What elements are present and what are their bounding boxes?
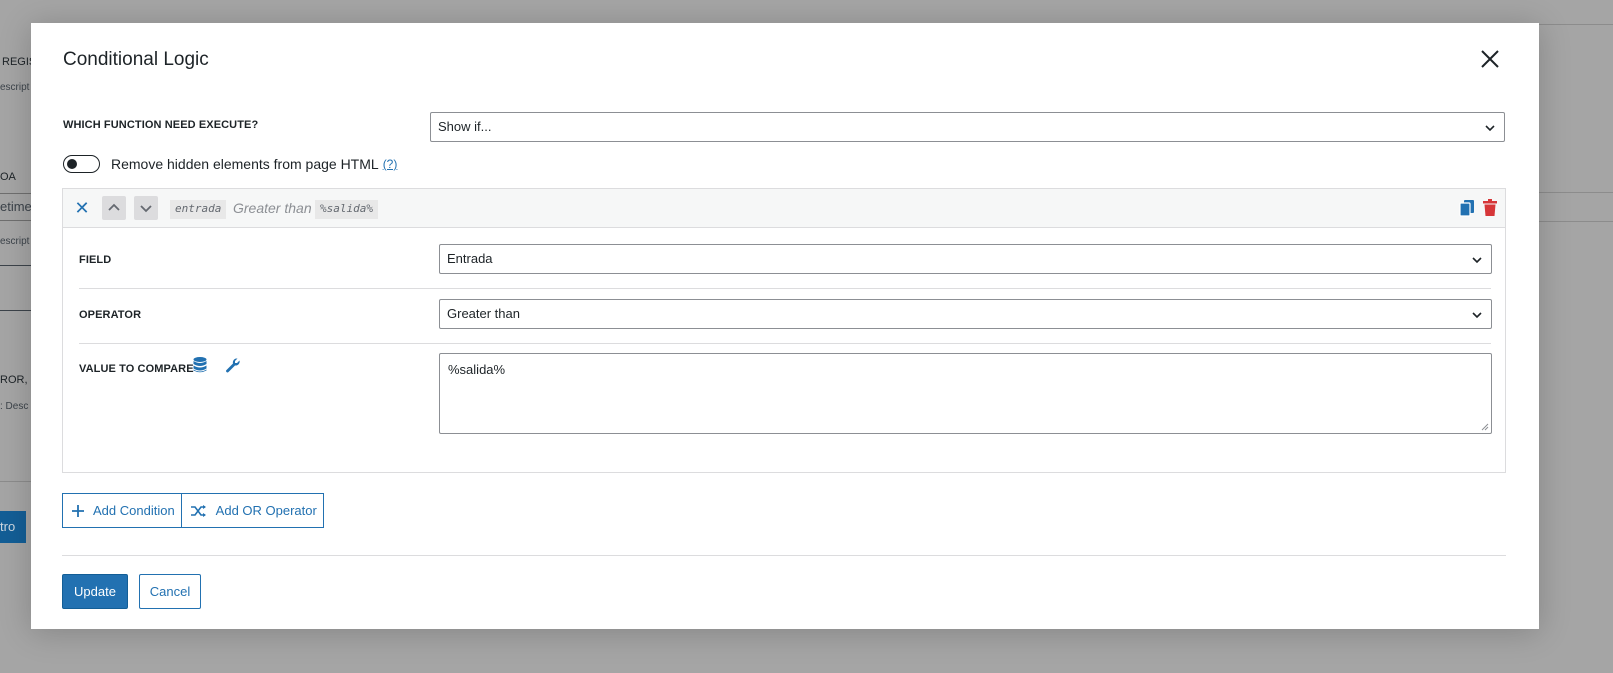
chevron-down-icon — [1485, 125, 1495, 132]
add-or-operator-label: Add OR Operator — [215, 503, 317, 518]
value-textarea[interactable]: %salida% — [439, 353, 1492, 434]
bg-description-2: escript — [0, 236, 30, 247]
add-condition-button[interactable]: Add Condition — [62, 493, 182, 528]
summary-value: %salida% — [315, 200, 378, 219]
value-textarea-text: %salida% — [448, 362, 506, 377]
footer-divider — [62, 555, 1506, 556]
conditional-logic-modal: Conditional Logic WHICH FUNCTION NEED EX… — [31, 23, 1539, 629]
modal-title: Conditional Logic — [63, 49, 209, 70]
help-link[interactable]: (?) — [383, 157, 398, 171]
row-divider — [79, 343, 1491, 344]
wrench-icon[interactable] — [225, 357, 241, 373]
add-or-operator-button[interactable]: Add OR Operator — [180, 493, 324, 528]
database-icon[interactable] — [193, 357, 207, 373]
plus-icon — [72, 504, 84, 517]
cancel-button[interactable]: Cancel — [139, 574, 201, 609]
remove-hidden-row: Remove hidden elements from page HTML (?… — [63, 154, 397, 174]
function-select-value: Show if... — [438, 119, 492, 134]
bg-desc-3: : Desc — [0, 401, 29, 412]
add-condition-label: Add Condition — [93, 503, 175, 518]
chevron-up-icon — [108, 203, 120, 211]
close-icon[interactable] — [1478, 47, 1502, 71]
shuffle-icon — [190, 504, 206, 517]
field-select[interactable]: Entrada — [439, 244, 1492, 274]
collapse-x-icon[interactable]: ✕ — [73, 199, 91, 217]
condition-actions: Add Condition Add OR Operator — [62, 493, 324, 528]
operator-label: OPERATOR — [79, 309, 142, 321]
chevron-down-icon — [1472, 257, 1482, 264]
toggle-knob — [67, 159, 77, 169]
function-label: WHICH FUNCTION NEED EXECUTE? — [63, 119, 259, 131]
move-up-button[interactable] — [102, 196, 126, 220]
summary-operator: Greater than — [233, 200, 312, 216]
remove-hidden-toggle[interactable] — [63, 155, 100, 173]
bg-label-oa: OA — [0, 171, 16, 183]
update-button[interactable]: Update — [62, 574, 128, 609]
value-label: VALUE TO COMPARE — [79, 363, 194, 375]
function-select[interactable]: Show if... — [430, 112, 1505, 142]
operator-select[interactable]: Greater than — [439, 299, 1492, 329]
condition-header: ✕ entrada Greater than %salida% — [63, 189, 1505, 228]
remove-hidden-label: Remove hidden elements from page HTML — [111, 156, 379, 172]
resize-handle-icon[interactable] — [1481, 423, 1489, 431]
bg-description: escript — [0, 82, 30, 93]
move-down-button[interactable] — [134, 196, 158, 220]
bg-bottom-divider — [0, 481, 31, 482]
row-divider — [79, 288, 1491, 289]
field-label: FIELD — [79, 254, 112, 266]
summary-field: entrada — [170, 200, 227, 219]
operator-select-value: Greater than — [447, 306, 520, 321]
trash-icon[interactable] — [1483, 199, 1497, 216]
copy-icon[interactable] — [1459, 199, 1475, 217]
chevron-down-icon — [1472, 312, 1482, 319]
bg-submit-button: tro — [0, 511, 26, 543]
chevron-down-icon — [140, 205, 152, 213]
field-select-value: Entrada — [447, 251, 493, 266]
condition-panel: ✕ entrada Greater than %salida% FIELD En… — [62, 188, 1506, 473]
